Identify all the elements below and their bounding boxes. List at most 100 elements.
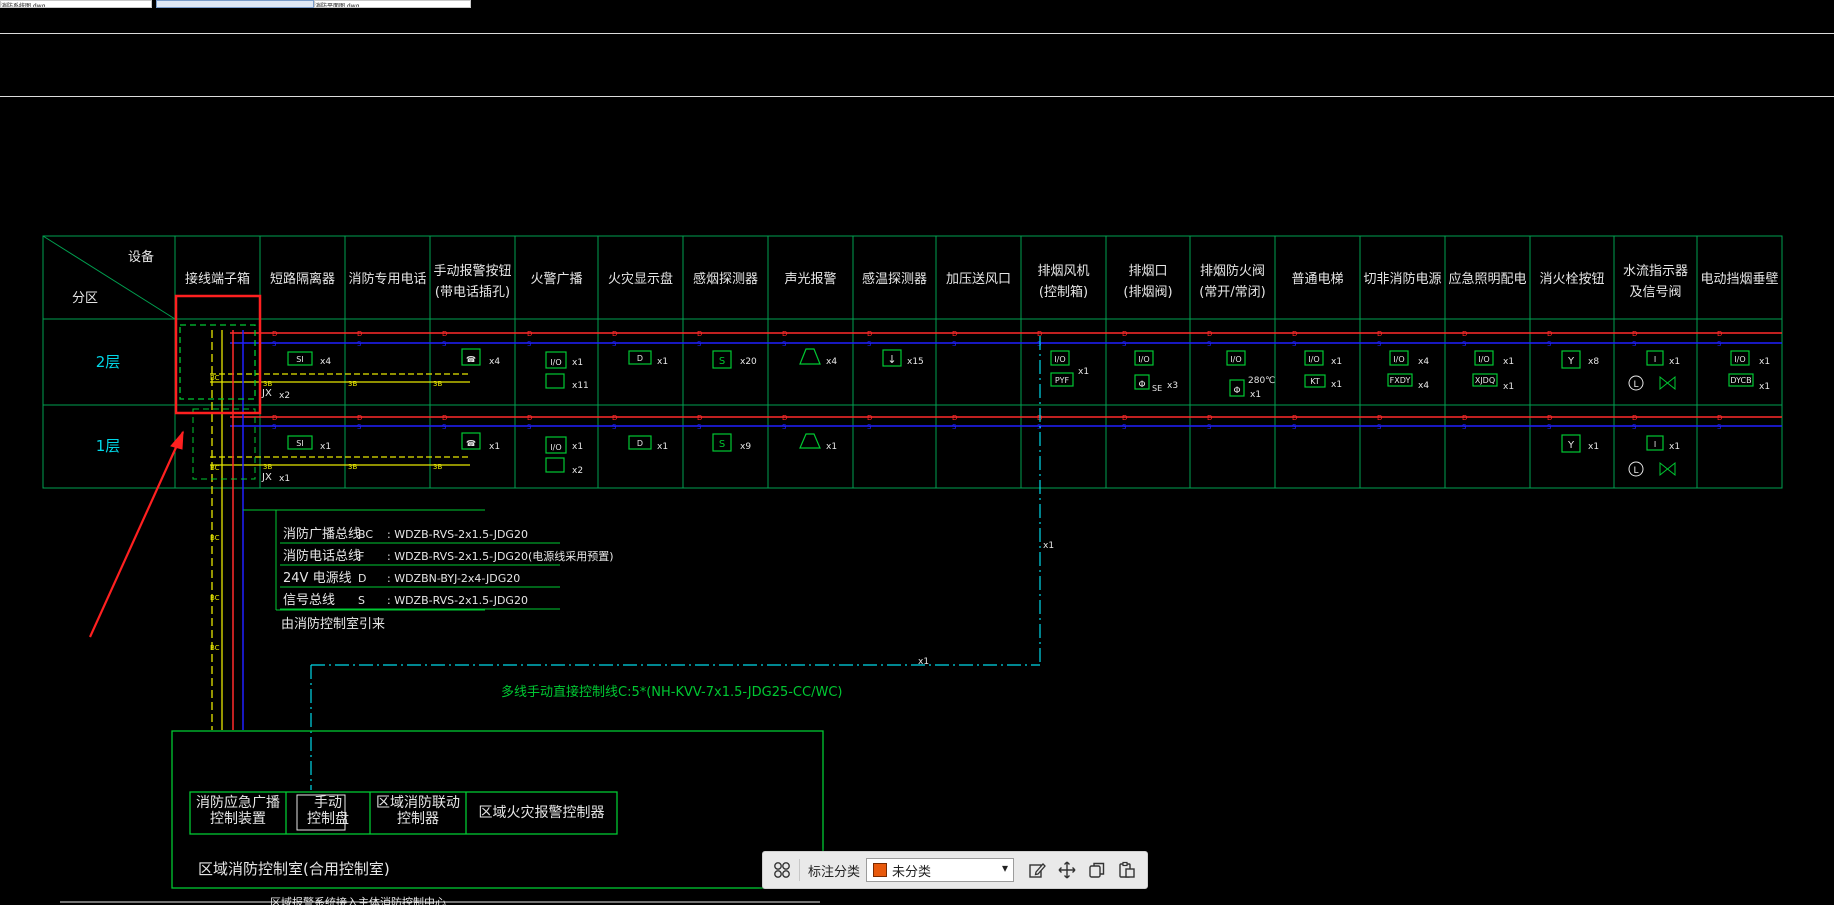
bus-letter-s: S <box>1462 423 1467 431</box>
legend-name-3: 24V 电源线 <box>283 571 352 586</box>
smoke-vent-glyph: Φ <box>1138 380 1145 390</box>
qty-light-io: x1 <box>1503 357 1514 367</box>
signal-valve-floor2 <box>1659 375 1676 391</box>
move-icon[interactable] <box>1056 859 1078 881</box>
paste-icon[interactable] <box>1116 859 1138 881</box>
bus-letter-s: S <box>1207 340 1212 348</box>
bus-letter-s: S <box>1292 423 1297 431</box>
bus-letter-d: D <box>1207 330 1212 338</box>
legend-name-2: 消防电话总线 <box>283 548 361 564</box>
bus-letter-s: S <box>1207 423 1212 431</box>
category-selected-value: 未分类 <box>892 864 932 880</box>
speaker-symbol-floor1 <box>545 457 565 473</box>
bus-letter-d: D <box>1632 414 1637 422</box>
bus-letter-d: D <box>1292 414 1297 422</box>
phone-tap-label: 3B <box>263 380 272 388</box>
bus-letter-d: D <box>1547 414 1552 422</box>
annotation-category-select[interactable]: 未分类 ▾ <box>866 858 1015 882</box>
cad-drawing-canvas[interactable]: 设备分区 接线端子箱 短路隔离器 消防专用电话手动报警按钮 (带电话插孔) 火警广播 火灾显… <box>0 0 1834 905</box>
bus-letter-d: D <box>272 330 277 338</box>
bus-letter-d: D <box>782 414 787 422</box>
header-15: 切非消防电源 <box>1363 271 1441 287</box>
header-4: 手动报警按钮 (带电话插孔) <box>433 263 511 300</box>
header-17: 消火栓按钮 <box>1539 272 1604 287</box>
header-7: 感烟探测器 <box>693 271 758 287</box>
legend-source-label: 由消防控制室引来 <box>281 616 385 632</box>
phone-tap-label: 3B <box>348 463 357 471</box>
qty-hydrant-floor1: x1 <box>1588 442 1599 452</box>
copy-icon[interactable] <box>1086 859 1108 881</box>
bus-letter-d: D <box>1377 414 1382 422</box>
qty-jx-floor1: x1 <box>279 474 290 484</box>
qty-flow-floor1: x1 <box>1669 442 1680 452</box>
header-13-line-2: (常开/常闭) <box>1199 285 1266 300</box>
qty-display-floor2: x1 <box>657 357 668 367</box>
phone-tap-label: 3B <box>348 380 357 388</box>
qty-isolator-floor2: x4 <box>320 357 331 367</box>
chevron-down-icon: ▾ <box>1001 861 1009 875</box>
qty-alarm-floor2: x4 <box>826 357 837 367</box>
bus-letter-d: D <box>782 330 787 338</box>
bus-letter-s: S <box>1632 423 1637 431</box>
header-19: 电动挡烟垂壁 <box>1700 272 1778 287</box>
bus-letter-s: S <box>1717 340 1722 348</box>
bus-letter-s: S <box>272 340 277 348</box>
header-9: 感温探测器 <box>862 271 927 287</box>
alarm-bell-floor2 <box>799 348 821 365</box>
bus-letter-d: D <box>612 330 617 338</box>
heat-detector-glyph: ↓ <box>887 353 896 366</box>
qty-display-floor1: x1 <box>657 442 668 452</box>
qty-hydrant-floor2: x8 <box>1588 357 1599 367</box>
bus-letter-s: S <box>272 423 277 431</box>
control-device-1-line: 消防应急广播 <box>196 794 280 811</box>
toolbar-divider <box>799 859 800 881</box>
bus-letter-s: S <box>1462 340 1467 348</box>
bus-letter-d: D <box>1377 330 1382 338</box>
control-device-3-line: 控制器 <box>397 811 439 827</box>
bus-letter-d: D <box>442 414 447 422</box>
bus-letter-d: D <box>442 330 447 338</box>
qty-flow-floor2: x1 <box>1669 357 1680 367</box>
header-8: 声光报警 <box>784 271 836 287</box>
elevator-io-floor2-text: I/O <box>1308 355 1319 364</box>
flow-indicator-glyph: L <box>1633 380 1638 390</box>
control-room-title: 区域消防控制室(合用控制室) <box>198 860 390 878</box>
smoke-vent-code: SE <box>1152 384 1162 393</box>
qty-smoke-floor1: x9 <box>740 442 751 452</box>
smoke-detector-glyph-2: S <box>719 439 725 450</box>
header-12-line-1: 排烟口 <box>1128 264 1167 279</box>
flow-io-floor2-text: I <box>1654 355 1656 364</box>
control-device-4: 区域火灾报警控制器 <box>479 804 605 821</box>
edit-icon[interactable] <box>1026 859 1048 881</box>
table-corner-diagonal <box>42 235 176 320</box>
corner-device-label: 设备 <box>128 249 154 265</box>
bus-letter-s: S <box>442 423 447 431</box>
bus-letter-s: S <box>952 423 957 431</box>
phone-button-floor2-text: ☎ <box>466 355 476 364</box>
qty-jx-floor2: x2 <box>279 391 290 401</box>
legend-name-1: 消防广播总线 <box>283 526 361 542</box>
grid-apps-icon[interactable] <box>771 859 793 881</box>
control-device-1-line: 控制装置 <box>210 811 266 827</box>
annotation-arrow-head <box>170 430 184 450</box>
bus-letter-s: S <box>782 340 787 348</box>
qty-damper-floor2: x1 <box>1250 390 1261 400</box>
jx-label-floor2: JX <box>261 388 272 399</box>
bottom-note: 区域报警系统接入主体消防控制中心 <box>270 895 446 905</box>
bus-letter-d: D <box>1547 330 1552 338</box>
control-device-4-line: 区域火灾报警控制器 <box>479 804 605 821</box>
header-1: 接线端子箱 <box>185 271 250 287</box>
qty-fan-floor2: x1 <box>1078 367 1089 377</box>
header-16: 应急照明配电 <box>1448 271 1526 287</box>
qty-button-floor2: x4 <box>489 357 500 367</box>
bus-letter-d: D <box>1292 330 1297 338</box>
qty-elevator-box: x1 <box>1331 380 1342 390</box>
riser-bc-label: BC <box>210 464 220 472</box>
power-cut-box-text: FXDY <box>1390 376 1411 385</box>
annotation-category-label: 标注分类 <box>808 864 861 880</box>
bus-letter-d: D <box>1462 330 1467 338</box>
phone-button-floor1-text: ☎ <box>466 439 476 448</box>
bus-letter-d: D <box>697 330 702 338</box>
control-cable-label: 多线手动直接控制线C:5*(NH-KVV-7x1.5-JDG25-CC/WC) <box>501 684 842 700</box>
category-color-swatch <box>873 863 888 877</box>
